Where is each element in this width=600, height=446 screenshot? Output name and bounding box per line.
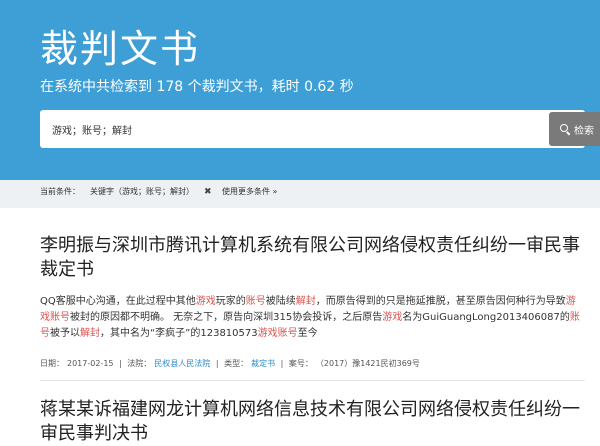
date-label: 日期： — [40, 359, 64, 368]
header-banner: 裁判文书 在系统中共检索到 178 个裁判文书，耗时 0.62 秒 检索 — [0, 0, 600, 180]
snippet-text: 被陆续 — [265, 296, 296, 307]
type-link[interactable]: 裁定书 — [251, 358, 275, 370]
court-link[interactable]: 民权县人民法院 — [154, 358, 210, 370]
result-divider — [40, 380, 585, 381]
snippet-text: 至今 — [297, 328, 318, 339]
search-bar: 检索 — [40, 110, 600, 148]
filter-bar: 当前条件： 关键字（游戏；账号；解封） ✖ 使用更多条件 » — [0, 180, 600, 208]
search-button[interactable]: 检索 — [549, 112, 600, 146]
case-number: （2017）豫1421民初369号 — [315, 359, 420, 368]
more-conditions-link[interactable]: 使用更多条件 » — [222, 180, 277, 204]
result-date: 2017-02-15 — [67, 359, 114, 368]
result-snippet: QQ客服中心沟通，在此过程中其他游戏玩家的账号被陆续解封，而原告得到的只是拖延推… — [40, 294, 585, 342]
search-input[interactable] — [40, 110, 510, 148]
keyword-highlight: 解封 — [80, 328, 100, 339]
case-label: 案号： — [288, 359, 313, 368]
keyword-highlight: 账号 — [245, 296, 266, 307]
result-summary: 在系统中共检索到 178 个裁判文书，耗时 0.62 秒 — [40, 79, 354, 95]
snippet-text: 被予以 — [50, 328, 80, 339]
search-button-label: 检索 — [574, 125, 594, 137]
meta-divider: | — [215, 359, 219, 368]
type-label: 类型： — [224, 359, 249, 368]
meta-divider: | — [280, 359, 284, 368]
snippet-text: 名为GuiGuangLong2013406087的 — [402, 312, 570, 323]
keyword-highlight: 游戏 — [382, 312, 403, 323]
snippet-text: QQ客服中心沟通，在此过程中其他 — [40, 296, 196, 307]
result-item: 蒋某某诉福建网龙计算机网络信息技术有限公司网络侵权责任纠纷一审民事判决书 — [40, 398, 585, 446]
meta-divider: | — [119, 359, 122, 368]
court-label: 法院： — [127, 359, 152, 368]
keyword-highlight: 游戏 — [195, 296, 216, 307]
keyword-highlight: 解封 — [295, 296, 316, 307]
page-title: 裁判文书 — [40, 27, 201, 71]
result-item: 李明振与深圳市腾讯计算机系统有限公司网络侵权责任纠纷一审民事裁定书 QQ客服中心… — [40, 234, 585, 368]
snippet-text: 被封的原因都不明确。 无奈之下，原告向深圳315协会投诉，之后原告 — [70, 312, 383, 323]
keyword-highlight: 游戏账号 — [257, 328, 298, 339]
result-title[interactable]: 蒋某某诉福建网龙计算机网络信息技术有限公司网络侵权责任纠纷一审民事判决书 — [40, 398, 585, 446]
result-meta: 日期： 2017-02-15 | 法院： 民权县人民法院 | 类型： 裁定书 | 案号… — [40, 358, 423, 370]
snippet-text: 玩家的 — [215, 296, 246, 307]
remove-filter-icon[interactable]: ✖ — [204, 180, 212, 204]
result-title[interactable]: 李明振与深圳市腾讯计算机系统有限公司网络侵权责任纠纷一审民事裁定书 — [40, 234, 585, 282]
search-icon — [560, 124, 570, 134]
filter-condition: 关键字（游戏；账号；解封） — [90, 187, 194, 196]
snippet-text: ，其中名为“李疯子”的123810573 — [100, 328, 258, 339]
snippet-text: ，而原告得到的只是拖延推脱，甚至原告因何种行为导致 — [315, 296, 566, 307]
filter-label: 当前条件： — [40, 187, 80, 196]
